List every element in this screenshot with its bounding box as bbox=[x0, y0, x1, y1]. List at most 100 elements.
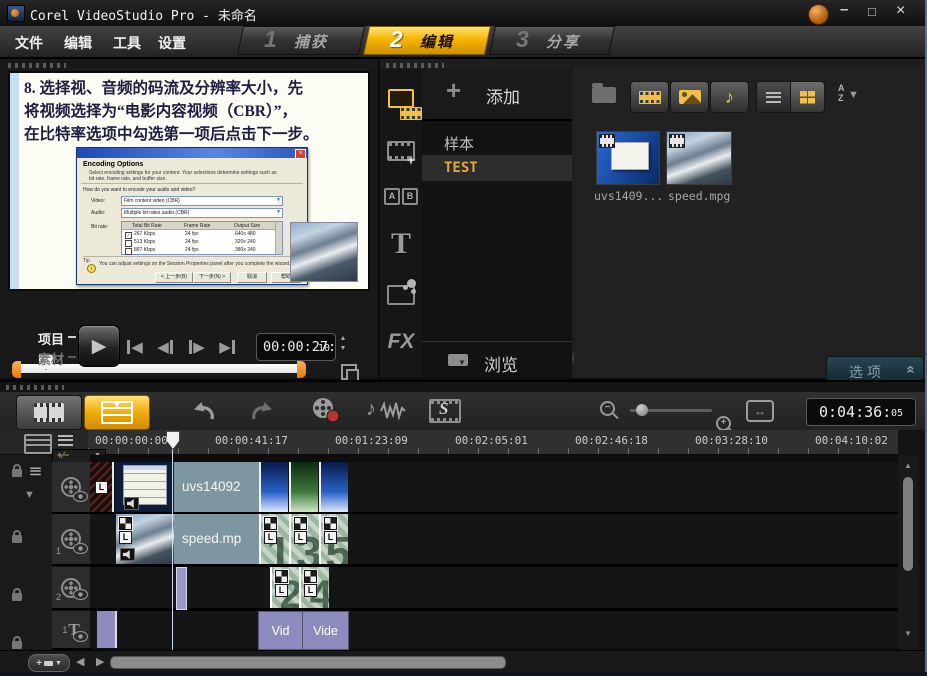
preview-panel-gripper[interactable] bbox=[8, 63, 66, 68]
transition-library-button[interactable] bbox=[384, 135, 418, 167]
timecode-spinner[interactable]: ▲ ▼ bbox=[338, 334, 348, 358]
help-ball-icon[interactable] bbox=[808, 4, 829, 25]
scroll-right-icon[interactable]: ▶ bbox=[96, 655, 104, 668]
sort-button[interactable]: A Z ▼ bbox=[836, 83, 862, 109]
flash-clip-3[interactable]: 5 L bbox=[319, 514, 348, 564]
minimize-button[interactable]: – bbox=[840, 1, 848, 18]
filter-library-button[interactable]: FX bbox=[384, 327, 418, 357]
play-button[interactable]: ▶ bbox=[78, 325, 120, 367]
mode-clip-label[interactable]: 素材 bbox=[38, 349, 64, 368]
title-track-row[interactable] bbox=[90, 611, 898, 648]
timeline-vertical-scrollbar[interactable]: ▲ ▼ bbox=[898, 455, 918, 650]
video-track-header[interactable] bbox=[52, 462, 90, 514]
end-button[interactable]: ▶ bbox=[214, 337, 240, 357]
overlay2-track-header[interactable]: 2 bbox=[52, 567, 90, 610]
swap-track-button[interactable]: + ▼ bbox=[28, 654, 70, 672]
zoom-in-button[interactable]: + bbox=[716, 416, 731, 431]
tab-edit[interactable]: 2 编辑 bbox=[366, 26, 488, 55]
title-track-visibility-icon[interactable] bbox=[73, 631, 88, 642]
color-clip-blue-1[interactable] bbox=[259, 462, 288, 512]
menu-settings[interactable]: 设置 bbox=[158, 33, 186, 53]
list-view-button[interactable] bbox=[756, 81, 791, 113]
instant-project-button[interactable]: S bbox=[428, 397, 462, 425]
color-clip-green[interactable] bbox=[289, 462, 318, 512]
scroll-up-icon[interactable]: ▲ bbox=[904, 461, 912, 470]
menu-file[interactable]: 文件 bbox=[15, 33, 43, 53]
menu-edit[interactable]: 编辑 bbox=[64, 33, 92, 53]
show-audio-button[interactable]: ♪ bbox=[710, 81, 749, 113]
thumbnail-speed[interactable] bbox=[666, 131, 732, 185]
title-track-lock-icon[interactable] bbox=[12, 641, 22, 649]
record-capture-button[interactable] bbox=[308, 395, 344, 427]
gallery-sample-label[interactable]: 样本 bbox=[444, 133, 474, 154]
overlay-clip-body[interactable]: speed.mp bbox=[174, 514, 259, 564]
graphics-library-button[interactable] bbox=[384, 277, 418, 307]
trim-handle-left[interactable] bbox=[12, 361, 21, 378]
transition-ab-button[interactable]: A B bbox=[384, 181, 418, 211]
overlay-clip-thumbnail[interactable]: L bbox=[116, 514, 174, 564]
tab-capture[interactable]: 1 捕获 bbox=[240, 26, 362, 55]
title-track-header[interactable]: 1 T bbox=[52, 611, 90, 650]
chapter-list-button[interactable] bbox=[58, 432, 73, 448]
track-add-remove[interactable]: +∕− bbox=[57, 450, 69, 460]
title-clip-2[interactable]: Vide bbox=[302, 611, 349, 650]
show-photos-button[interactable] bbox=[670, 81, 709, 113]
close-button[interactable]: × bbox=[896, 2, 905, 20]
menu-tools[interactable]: 工具 bbox=[113, 33, 141, 53]
media-library-button[interactable] bbox=[384, 85, 418, 117]
mode-project-label[interactable]: 项目 bbox=[38, 329, 64, 348]
video-clip-thumbnail[interactable] bbox=[116, 462, 174, 512]
flash-clip-1[interactable]: 1 L bbox=[259, 514, 289, 564]
overlay1-track-visibility-icon[interactable] bbox=[73, 543, 88, 554]
home-button[interactable]: ◀ bbox=[122, 337, 148, 357]
add-folder-row[interactable]: + 添加 bbox=[422, 69, 572, 121]
gallery-folder-icon[interactable] bbox=[592, 87, 616, 103]
vertical-scrollbar-thumb[interactable] bbox=[903, 477, 913, 571]
video-track-lock-icon[interactable] bbox=[12, 469, 22, 477]
overlay1-track-header[interactable]: 1 bbox=[52, 514, 90, 566]
show-videos-button[interactable] bbox=[630, 81, 669, 113]
prev-frame-button[interactable]: ◀ bbox=[152, 337, 178, 357]
flash-clip-2[interactable]: 3 L bbox=[289, 514, 319, 564]
preview-timecode[interactable]: 00:00:27: 10 bbox=[256, 333, 336, 361]
scroll-left-icon[interactable]: ◀ bbox=[76, 655, 84, 668]
spinner-down-icon[interactable]: ▼ bbox=[338, 344, 348, 354]
overlay2-track-visibility-icon[interactable] bbox=[73, 589, 88, 600]
timeline-playhead[interactable] bbox=[166, 431, 180, 449]
sound-mixer-button[interactable]: ♪ bbox=[366, 396, 406, 426]
browse-row[interactable]: ▼ 浏览 bbox=[422, 341, 572, 379]
track-column-caret-icon[interactable]: ▼ bbox=[24, 489, 35, 501]
library-panel-gripper[interactable] bbox=[386, 63, 444, 68]
overlay2-track-row[interactable] bbox=[90, 567, 898, 611]
timeline-zoom-slider-thumb[interactable] bbox=[636, 404, 648, 416]
spinner-up-icon[interactable]: ▲ bbox=[338, 334, 348, 344]
next-frame-button[interactable]: ▶ bbox=[184, 337, 210, 357]
video-clip-body[interactable]: uvs14092 bbox=[174, 462, 259, 512]
overlay1-track-lock-icon[interactable] bbox=[12, 535, 22, 543]
track-manager-button[interactable] bbox=[24, 434, 52, 454]
maximize-button[interactable]: □ bbox=[868, 4, 876, 19]
thumbnail-uvs[interactable] bbox=[596, 131, 660, 185]
storyboard-view-button[interactable] bbox=[16, 395, 82, 430]
zoom-out-button[interactable]: − bbox=[600, 401, 615, 416]
color-clip-blue-2[interactable] bbox=[319, 462, 348, 512]
scroll-down-icon[interactable]: ▼ bbox=[904, 629, 912, 638]
video-track-list-icon[interactable] bbox=[30, 465, 41, 476]
overlay2-track-lock-icon[interactable] bbox=[12, 593, 22, 601]
fit-project-button[interactable]: ↔ bbox=[746, 400, 774, 422]
flash-clip-5[interactable]: 4 L bbox=[299, 567, 329, 608]
title-clip-1[interactable]: Vid bbox=[258, 611, 303, 650]
tab-share[interactable]: 3 分享 bbox=[492, 26, 612, 55]
enlarge-preview-icon[interactable] bbox=[341, 364, 357, 380]
timeline-timecode[interactable]: 0:04:36: 05 bbox=[806, 398, 916, 426]
trim-handle-right[interactable] bbox=[297, 361, 306, 378]
grid-view-button[interactable] bbox=[790, 81, 825, 113]
horizontal-scrollbar-thumb[interactable] bbox=[110, 656, 506, 669]
title-stub-clip[interactable] bbox=[97, 611, 117, 648]
title-library-button[interactable]: T bbox=[384, 227, 418, 261]
gallery-folder-test[interactable]: TEST bbox=[422, 155, 572, 181]
undo-button[interactable] bbox=[188, 397, 218, 425]
timeline-panel-gripper[interactable] bbox=[6, 385, 64, 390]
playhead-line[interactable] bbox=[172, 449, 173, 650]
flash-clip-4[interactable]: 2 L bbox=[270, 567, 299, 608]
